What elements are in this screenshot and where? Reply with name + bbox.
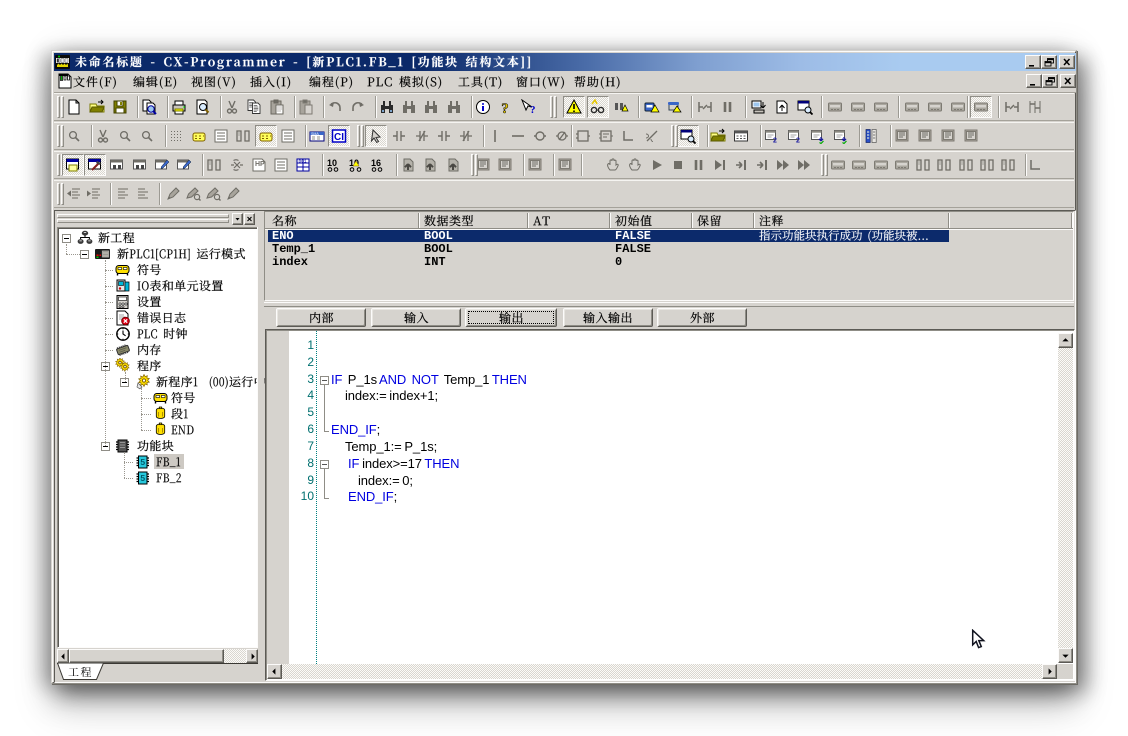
svg-text:SMA: SMA [311,132,319,136]
svg-text:5: 5 [140,457,145,467]
svg-text:10: 10 [349,158,359,168]
svg-text:001: 001 [299,159,307,165]
svg-text:5: 5 [140,473,145,483]
svg-text:16: 16 [371,158,381,168]
svg-text:?: ? [530,104,535,115]
svg-text:2: 2 [773,138,777,145]
svg-text:HP: HP [255,161,265,168]
svg-text:2: 2 [796,138,800,145]
svg-text:CI: CI [334,132,344,143]
svg-text:10: 10 [327,158,337,168]
svg-text:?: ? [501,101,509,115]
